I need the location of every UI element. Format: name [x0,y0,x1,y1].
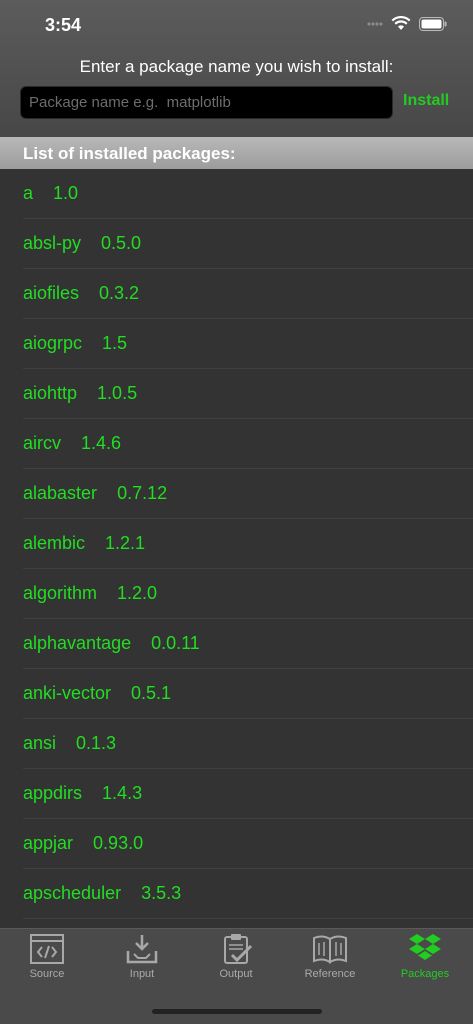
package-version: 3.5.3 [141,883,182,903]
package-version: 0.7.12 [117,483,168,503]
package-version: 0.5.0 [101,233,142,253]
package-version: 1.4.6 [81,433,122,453]
package-name: alabaster [23,483,98,503]
tab-packages-label: Packages [400,968,450,980]
package-version: 0.3.2 [99,283,140,303]
package-version: 1.2.0 [117,583,158,603]
package-name-input[interactable] [20,86,393,119]
package-name: anki-vector [23,683,112,703]
package-row[interactable]: ansi 0.1.3 [23,719,473,769]
package-row[interactable]: alembic 1.2.1 [23,519,473,569]
package-row[interactable]: alabaster 0.7.12 [23,469,473,519]
package-row[interactable]: appdirs 1.4.3 [23,769,473,819]
battery-icon [419,16,447,31]
tab-source[interactable]: Source [0,933,94,991]
install-button[interactable]: Install [403,92,449,110]
package-version: 1.0 [53,183,79,203]
package-name: apscheduler [23,883,122,903]
package-name: aiohttp [23,383,78,403]
tab-output-label: Output [219,968,253,980]
installed-packages-list[interactable]: a 1.0 absl-py 0.5.0 aiofiles 0.3.2 aiogrpc 1… [0,169,473,928]
package-name: appdirs [23,783,83,803]
input-tray-icon [126,935,158,964]
wifi-icon [391,16,411,30]
package-row[interactable]: aiofiles 0.3.2 [23,269,473,319]
package-name: alembic [23,533,86,553]
package-name: aiofiles [23,283,80,303]
cellular-signal-icon [367,21,383,26]
package-version: 0.0.11 [151,633,200,653]
package-row[interactable]: aircv 1.4.6 [23,419,473,469]
package-name: alphavantage [23,633,132,653]
list-header-label: List of installed packages: [23,144,236,163]
package-version: 1.5 [102,333,128,353]
package-row[interactable]: apscheduler 3.5.3 [23,869,473,919]
package-row[interactable]: aiohttp 1.0.5 [23,369,473,419]
package-name: aircv [23,433,62,453]
tab-reference[interactable]: Reference [283,933,377,991]
installed-packages-header: List of installed packages: [0,137,473,169]
package-row[interactable]: alphavantage 0.0.11 [23,619,473,669]
home-indicator[interactable] [152,1009,322,1014]
package-row[interactable]: aiogrpc 1.5 [23,319,473,369]
package-row[interactable]: anki-vector 0.5.1 [23,669,473,719]
package-version: 1.4.3 [102,783,143,803]
package-name: aiogrpc [23,333,83,353]
install-prompt: Enter a package name you wish to install… [79,57,394,76]
status-time: 3:54 [45,15,82,35]
package-version: 1.2.1 [105,533,146,553]
package-row[interactable]: appjar 0.93.0 [23,819,473,869]
package-row[interactable]: absl-py 0.5.0 [23,219,473,269]
tab-reference-label: Reference [304,968,356,980]
tab-packages[interactable]: Packages [378,933,472,991]
tab-input[interactable]: Input [95,933,189,991]
status-indicators [367,16,447,31]
package-name: appjar [23,833,74,853]
source-code-icon [30,934,64,964]
package-version: 0.5.1 [131,683,172,703]
package-version: 0.93.0 [93,833,144,853]
package-row[interactable]: a 1.0 [23,169,473,219]
package-name: algorithm [23,583,98,603]
package-name: ansi [23,733,57,753]
package-name: absl-py [23,233,82,253]
tab-output[interactable]: Output [189,933,283,991]
book-icon [313,935,347,964]
dropbox-icon [409,934,441,960]
app-header: 3:54 Enter a package name you wish to in… [0,0,473,137]
package-version: 0.1.3 [76,733,117,753]
tab-source-label: Source [29,968,65,980]
package-name: a [23,183,34,203]
tab-input-label: Input [129,968,155,980]
clipboard-check-icon [224,934,253,964]
package-row[interactable]: algorithm 1.2.0 [23,569,473,619]
package-version: 1.0.5 [97,383,138,403]
